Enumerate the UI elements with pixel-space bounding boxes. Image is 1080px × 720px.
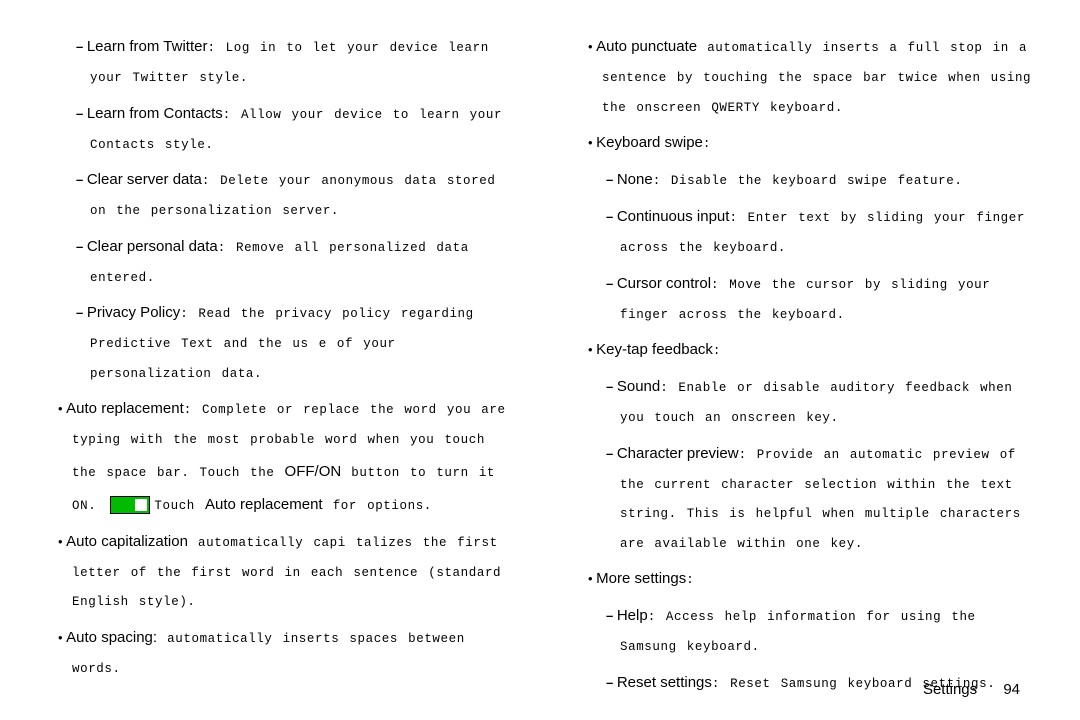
desc: : Disable the keyboard swipe feature.: [653, 174, 963, 188]
term: Clear personal data: [87, 238, 218, 255]
item-character-preview: Character preview: Provide an automatic …: [606, 437, 1040, 559]
page-content: Learn from Twitter: Log in to let your d…: [0, 0, 1080, 660]
item-help: Help: Access help information for using …: [606, 599, 1040, 662]
left-column: Learn from Twitter: Log in to let your d…: [40, 30, 510, 640]
item-keyboard-swipe: Keyboard swipe:: [588, 126, 1040, 159]
item-learn-contacts: Learn from Contacts: Allow your device t…: [76, 97, 510, 160]
term: Continuous input: [617, 208, 730, 225]
item-learn-twitter: Learn from Twitter: Log in to let your d…: [76, 30, 510, 93]
item-privacy: Privacy Policy: Read the privacy policy …: [76, 296, 510, 388]
term: Clear server data: [87, 171, 202, 188]
offon-label: OFF/ON: [285, 463, 342, 480]
term: Auto punctuate: [596, 38, 697, 55]
right-column: Auto punctuate automatically inserts a f…: [570, 30, 1040, 640]
term: Auto replacement: [205, 496, 323, 513]
term: Help: [617, 607, 648, 624]
item-more-settings: More settings:: [588, 562, 1040, 595]
desc: : Access help information for using the …: [620, 610, 976, 654]
desc: : Enable or disable auditory feedback wh…: [620, 381, 1012, 425]
term: Privacy Policy: [87, 304, 180, 321]
item-auto-replacement: Auto replacement: Complete or replace th…: [58, 392, 510, 521]
desc: for options.: [323, 499, 432, 513]
term: Auto capitalization: [66, 533, 188, 550]
term: None: [617, 171, 653, 188]
term: Sound: [617, 378, 660, 395]
desc: :: [713, 344, 721, 358]
desc: : Provide an automatic preview of the cu…: [620, 448, 1021, 551]
item-sound: Sound: Enable or disable auditory feedba…: [606, 370, 1040, 433]
desc: Touch: [154, 499, 205, 513]
item-clear-personal: Clear personal data: Remove all personal…: [76, 230, 510, 293]
footer-label: Settings: [923, 681, 977, 698]
item-none: None: Disable the keyboard swipe feature…: [606, 163, 1040, 196]
term: Auto spacing:: [66, 629, 157, 646]
item-auto-punctuate: Auto punctuate automatically inserts a f…: [588, 30, 1040, 122]
term: Keyboard swipe: [596, 134, 703, 151]
term: Key-tap feedback: [596, 341, 713, 358]
page-footer: Settings 94: [923, 681, 1020, 698]
desc: :: [703, 137, 711, 151]
term: Learn from Twitter: [87, 38, 208, 55]
item-keytap-feedback: Key-tap feedback:: [588, 333, 1040, 366]
item-clear-server: Clear server data: Delete your anonymous…: [76, 163, 510, 226]
term: Learn from Contacts: [87, 105, 223, 122]
item-cursor-control: Cursor control: Move the cursor by slidi…: [606, 267, 1040, 330]
item-auto-cap: Auto capitalization automatically capi t…: [58, 525, 510, 617]
term: Auto replacement: [66, 400, 184, 417]
term: More settings: [596, 570, 686, 587]
desc: :: [686, 573, 694, 587]
term: Cursor control: [617, 275, 711, 292]
term: Reset settings: [617, 674, 712, 691]
term: Character preview: [617, 445, 739, 462]
page-number: 94: [1003, 681, 1020, 698]
item-continuous-input: Continuous input: Enter text by sliding …: [606, 200, 1040, 263]
toggle-on-icon: [110, 496, 150, 514]
item-auto-spacing: Auto spacing: automatically inserts spac…: [58, 621, 510, 684]
